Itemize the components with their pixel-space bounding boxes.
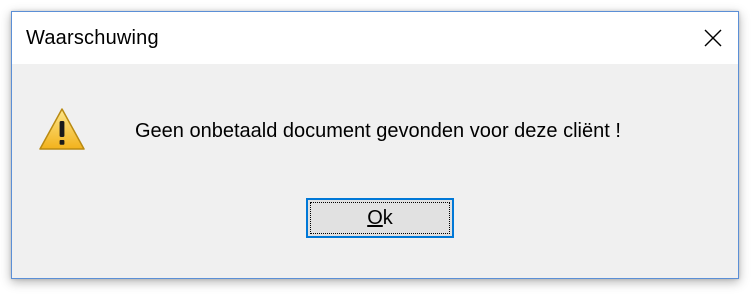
ok-label-rest: k bbox=[382, 206, 393, 229]
dialog-body: Geen onbetaald document gevonden voor de… bbox=[12, 64, 738, 278]
dialog-title: Waarschuwing bbox=[26, 27, 159, 49]
ok-button[interactable]: Ok bbox=[306, 198, 454, 238]
ok-button-label: Ok bbox=[367, 207, 393, 230]
close-button[interactable] bbox=[688, 12, 738, 64]
warning-dialog: Waarschuwing Geen onbetaald document gev… bbox=[11, 11, 739, 279]
ok-mnemonic: O bbox=[367, 206, 383, 229]
warning-icon bbox=[39, 108, 85, 150]
close-icon bbox=[704, 29, 722, 47]
warning-message: Geen onbetaald document gevonden voor de… bbox=[135, 120, 621, 142]
title-bar: Waarschuwing bbox=[12, 12, 738, 64]
